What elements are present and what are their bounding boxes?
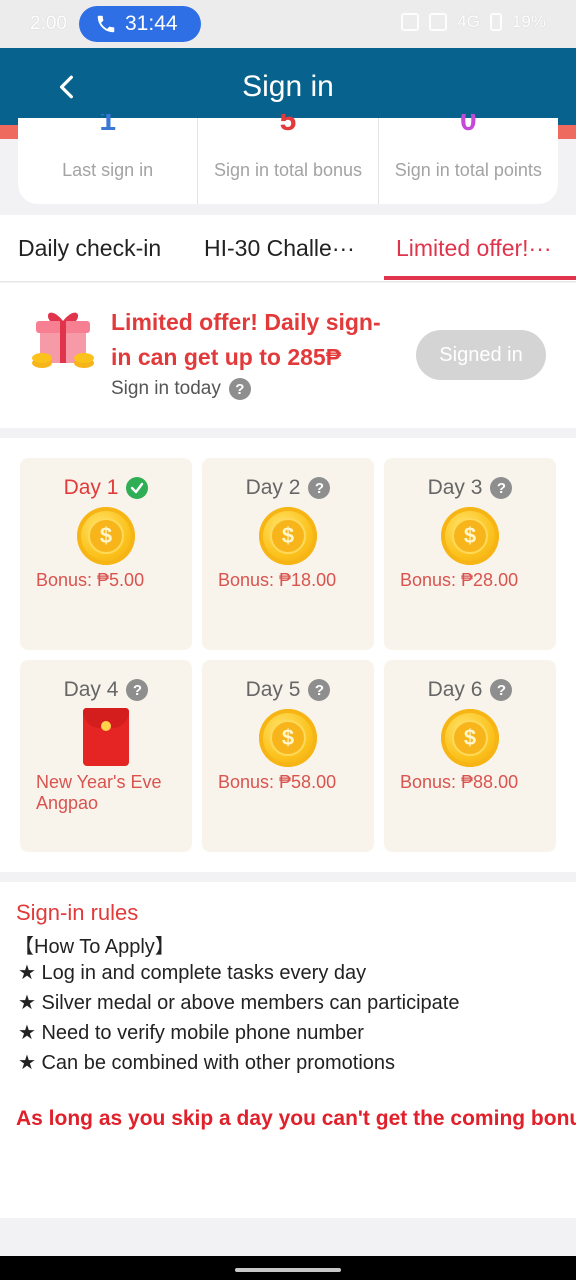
battery-level: 19% [511, 12, 546, 31]
dollar-coin-icon: $ [77, 507, 135, 565]
day-label: Day 2 [245, 476, 301, 499]
ongoing-call-pill[interactable]: 31:44 [79, 6, 201, 42]
call-timer: 31:44 [125, 12, 178, 35]
rule-item: ★ Silver medal or above members can part… [18, 992, 460, 1014]
dollar-coin-icon: $ [441, 709, 499, 767]
rules-title: Sign-in rules [16, 900, 139, 925]
rule-item: ★ Log in and complete tasks every day [18, 962, 367, 984]
decor-strip-left [0, 125, 18, 139]
summary-total-points: 0 Sign in total points [377, 114, 558, 204]
tab-limited-offer[interactable]: Limited offer!··· [396, 215, 562, 282]
day-header: Day 6 ? [384, 678, 556, 702]
dollar-coin-icon: $ [441, 507, 499, 565]
offer-banner: Limited offer! Daily sign-in can get up … [0, 283, 576, 428]
summary-label: Sign in total points [394, 160, 542, 180]
day-card[interactable]: Day 3 ? $ Bonus: ₱28.00 [384, 458, 556, 650]
summary-last-sign-in: 1 Last sign in [18, 114, 197, 204]
network-icon [429, 13, 448, 31]
question-icon[interactable]: ? [308, 679, 331, 701]
rule-item: ★ Need to verify mobile phone number [18, 1022, 364, 1044]
daily-rewards-grid: Day 1 $ Bonus: ₱5.00 Day 2 ? $ Bonus: ₱1… [0, 438, 576, 872]
question-icon[interactable]: ? [308, 477, 331, 499]
page-title: Sign in [242, 70, 334, 103]
red-envelope-icon [83, 708, 129, 766]
summary-label: Last sign in [62, 160, 154, 180]
day-reward: Bonus: ₱5.00 [36, 570, 145, 590]
day-header: Day 2 ? [202, 476, 374, 500]
day-label: Day 4 [63, 678, 119, 701]
mute-icon [401, 13, 420, 31]
rules-subtitle: 【How To Apply】 [14, 936, 175, 958]
day-header: Day 5 ? [202, 678, 374, 702]
gift-icon [32, 312, 94, 368]
day-header: Day 4 ? [20, 678, 192, 702]
summary-value: 1 [99, 114, 116, 134]
day-card[interactable]: Day 5 ? $ Bonus: ₱58.00 [202, 660, 374, 852]
summary-value: 5 [279, 114, 297, 134]
summary-label: Sign in total bonus [213, 160, 363, 180]
active-tab-indicator [384, 276, 576, 280]
rules-warning: As long as you skip a day you can't get … [16, 1107, 576, 1130]
day-reward: Bonus: ₱18.00 [218, 570, 337, 590]
day-card[interactable]: Day 4 ? New Year's Eve Angpao [20, 660, 192, 852]
signed-in-button[interactable]: Signed in [416, 330, 546, 380]
status-icons: 4G 19% [401, 12, 546, 32]
summary-total-bonus: 5 Sign in total bonus [197, 114, 377, 204]
day-label: Day 1 [63, 476, 119, 499]
status-time: 2:00 [30, 13, 67, 34]
day-label: Day 3 [427, 476, 483, 499]
offer-subtitle: Sign in today ? [111, 378, 251, 400]
sign-in-rules: Sign-in rules 【How To Apply】 ★ Log in an… [0, 882, 576, 1218]
dollar-coin-icon: $ [259, 507, 317, 565]
home-indicator[interactable] [235, 1268, 341, 1272]
tab-bar: Daily check-in HI-30 Challe··· Limited o… [0, 215, 576, 282]
question-icon[interactable]: ? [490, 477, 513, 499]
check-circle-icon [126, 477, 149, 499]
day-label: Day 5 [245, 678, 301, 701]
rule-item: ★ Can be combined with other promotions [18, 1052, 396, 1074]
tab-hi-30-challenge[interactable]: HI-30 Challe··· [204, 215, 366, 282]
day-reward: New Year's Eve Angpao [36, 772, 162, 813]
battery-icon [489, 13, 502, 31]
question-icon[interactable]: ? [126, 679, 149, 701]
sign-in-summary-card: 1 Last sign in 5 Sign in total bonus 0 S… [18, 114, 558, 204]
tab-daily-check-in[interactable]: Daily check-in [18, 215, 161, 282]
phone-icon [97, 15, 115, 33]
dollar-coin-icon: $ [259, 709, 317, 767]
day-card[interactable]: Day 1 $ Bonus: ₱5.00 [20, 458, 192, 650]
network-type: 4G [457, 12, 480, 31]
day-label: Day 6 [427, 678, 483, 701]
offer-subtitle-text: Sign in today [111, 378, 221, 399]
day-reward: Bonus: ₱58.00 [218, 772, 337, 792]
day-reward: Bonus: ₱88.00 [400, 772, 519, 792]
status-bar: 2:00 31:44 4G 19% [0, 0, 576, 48]
day-reward: Bonus: ₱28.00 [400, 570, 519, 590]
decor-strip-right [558, 125, 576, 139]
day-header: Day 3 ? [384, 476, 556, 500]
offer-title: Limited offer! Daily sign-in can get up … [111, 309, 381, 370]
question-icon[interactable]: ? [490, 679, 513, 701]
question-icon[interactable]: ? [228, 378, 251, 400]
summary-value: 0 [459, 114, 477, 134]
day-header: Day 1 [20, 476, 192, 500]
day-card[interactable]: Day 2 ? $ Bonus: ₱18.00 [202, 458, 374, 650]
day-card[interactable]: Day 6 ? $ Bonus: ₱88.00 [384, 660, 556, 852]
